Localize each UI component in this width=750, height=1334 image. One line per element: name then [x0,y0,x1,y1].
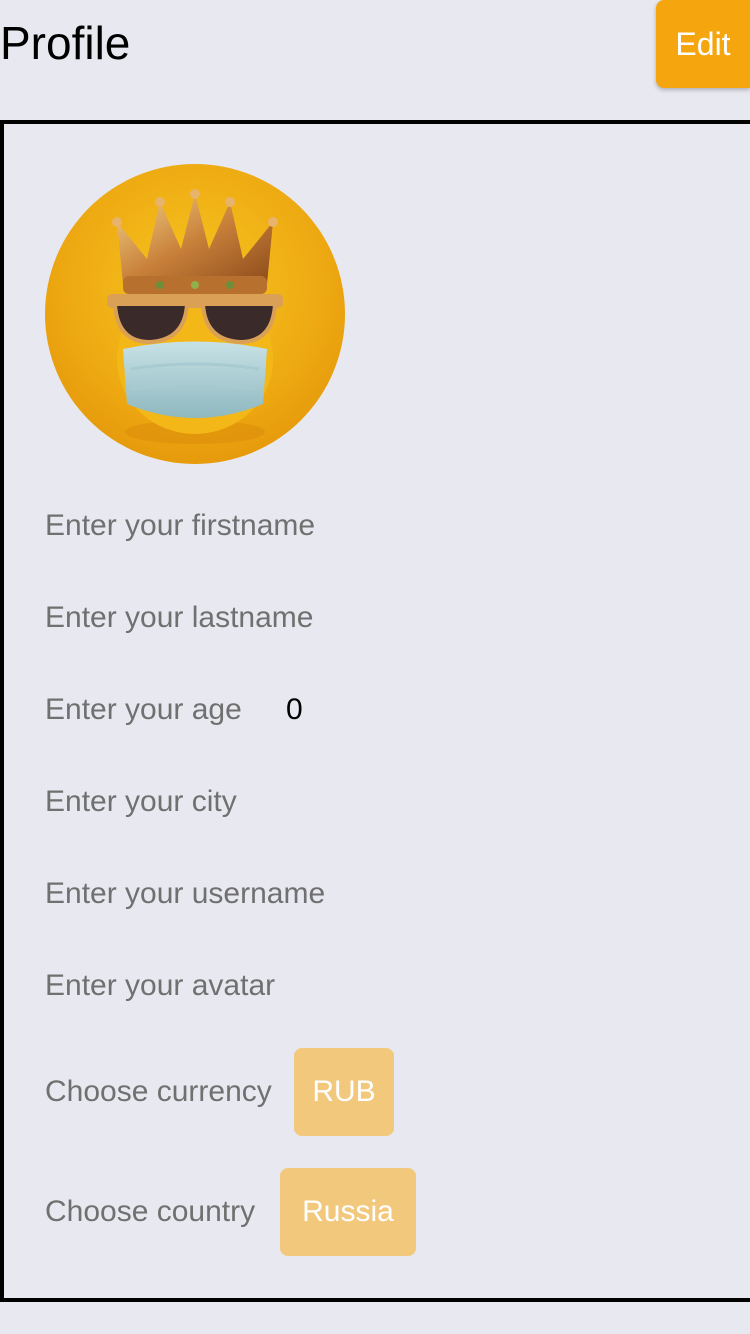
city-input[interactable]: Enter your city [45,782,237,822]
profile-card: Enter your firstname Enter your lastname… [0,120,750,1302]
edit-button[interactable]: Edit [656,0,750,88]
age-label: Enter your age [45,693,242,726]
avatar[interactable] [45,164,345,464]
currency-select-button[interactable]: RUB [294,1048,394,1136]
username-input[interactable]: Enter your username [45,874,325,914]
page-title: Profile [0,17,131,69]
currency-label: Choose currency [45,1075,272,1108]
avatar-input[interactable]: Enter your avatar [45,966,275,1006]
country-select-button[interactable]: Russia [280,1168,416,1256]
avatar-image [45,164,345,464]
age-input[interactable]: 0 [286,690,303,730]
firstname-input[interactable]: Enter your firstname [45,506,315,546]
profile-screen: Profile Edit Enter your firstname Enter … [0,0,750,1334]
lastname-input[interactable]: Enter your lastname [45,598,313,638]
country-label: Choose country [45,1195,256,1228]
